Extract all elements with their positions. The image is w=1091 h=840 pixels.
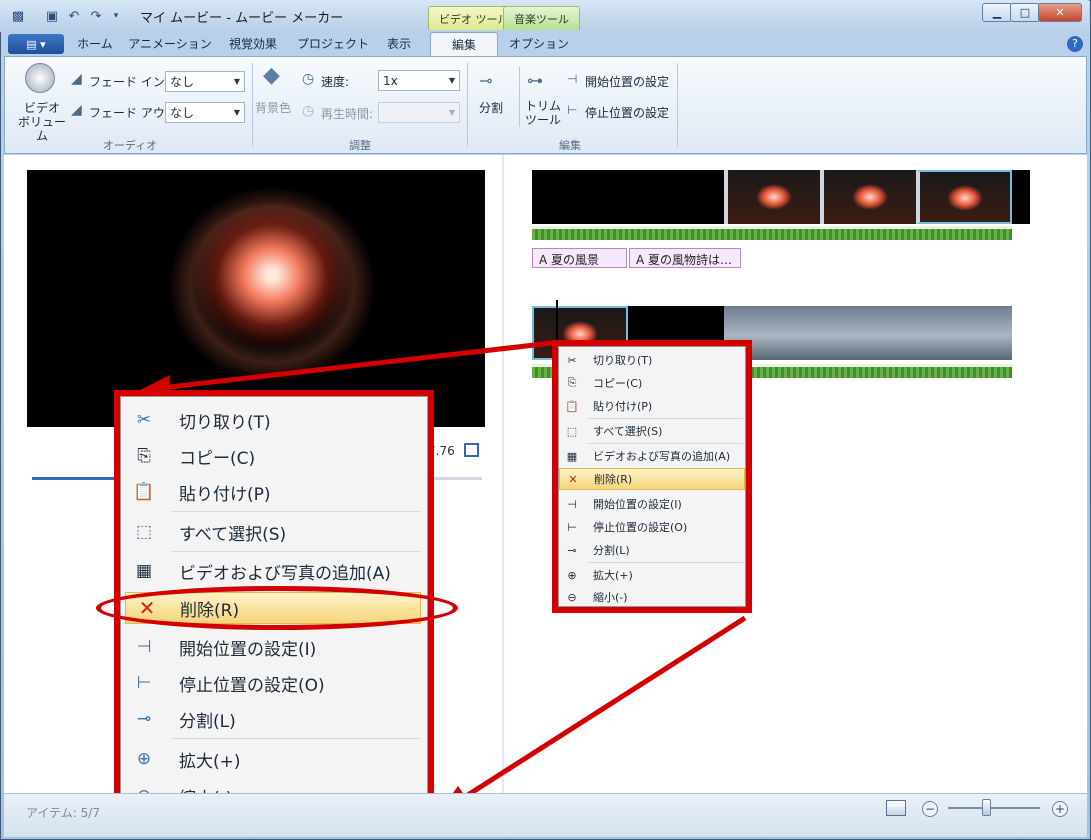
menu-item-cut[interactable]: ✂ 切り取り(T) (559, 349, 745, 371)
menu-separator (587, 443, 743, 444)
menu-item-zoom-in[interactable]: ⊕ 拡大(+) (559, 564, 745, 586)
menu-item-delete[interactable]: ✕ 削除(R) (559, 468, 745, 490)
add-media-icon: ▦ (135, 561, 153, 581)
set-end-icon: ⊢ (567, 520, 577, 534)
copy-icon: ⎘ (137, 446, 151, 466)
zoom-in-button[interactable]: + (1052, 801, 1068, 817)
context-menu-small: ✂ 切り取り(T) ⎘ コピー(C) 📋 貼り付け(P) ⬚ すべて選択(S) ▦ ビデオ… (558, 346, 746, 607)
zoom-in-icon: ⊕ (567, 568, 577, 582)
select-all-icon: ⬚ (566, 424, 578, 438)
menu-item-paste[interactable]: 📋 貼り付け(P) (559, 395, 745, 417)
zoom-out-icon: ⊖ (567, 590, 577, 604)
menu-separator (171, 738, 421, 739)
zoom-in-icon: ⊕ (136, 749, 152, 769)
menu-separator (587, 418, 743, 419)
menu-item-paste[interactable]: 📋 貼り付け(P) (121, 475, 427, 509)
menu-item-add-media[interactable]: ▦ ビデオおよび写真の追加(A) (559, 445, 745, 467)
delete-icon: ✕ (568, 472, 578, 486)
zoom-out-button[interactable]: − (922, 801, 938, 817)
menu-separator (171, 551, 421, 552)
menu-item-copy[interactable]: ⎘ コピー(C) (559, 372, 745, 394)
menu-item-set-end[interactable]: ⊢ 停止位置の設定(O) (121, 666, 427, 700)
scissors-icon: ✂ (136, 410, 152, 430)
split-icon: ⊸ (136, 709, 152, 729)
menu-item-set-start[interactable]: ⊣ 開始位置の設定(I) (559, 493, 745, 515)
set-start-icon: ⊣ (136, 637, 152, 657)
menu-item-select-all[interactable]: ⬚ すべて選択(S) (121, 515, 427, 549)
menu-item-set-end[interactable]: ⊢ 停止位置の設定(O) (559, 516, 745, 538)
menu-item-add-media[interactable]: ▦ ビデオおよび写真の追加(A) (121, 554, 427, 588)
menu-separator (171, 511, 421, 512)
copy-icon: ⎘ (567, 376, 577, 389)
menu-item-split[interactable]: ⊸ 分割(L) (121, 702, 427, 736)
select-all-icon: ⬚ (135, 522, 153, 542)
zoom-slider-thumb[interactable] (982, 799, 991, 816)
scissors-icon: ✂ (567, 353, 577, 367)
thumbnail-size-icon[interactable] (886, 800, 906, 816)
menu-separator (587, 562, 743, 563)
menu-item-split[interactable]: ⊸ 分割(L) (559, 539, 745, 561)
paste-icon: 📋 (133, 482, 155, 502)
paste-icon: 📋 (565, 399, 579, 413)
annotation-ellipse (96, 586, 458, 630)
set-end-icon: ⊢ (136, 673, 152, 693)
add-media-icon: ▦ (566, 449, 578, 463)
menu-item-zoom-in[interactable]: ⊕ 拡大(+) (121, 742, 427, 776)
split-icon: ⊸ (567, 543, 577, 557)
annotation-arrow (159, 340, 553, 391)
menu-item-select-all[interactable]: ⬚ すべて選択(S) (559, 420, 745, 442)
set-start-icon: ⊣ (567, 497, 577, 511)
menu-item-zoom-out[interactable]: ⊖縮小(-) (559, 587, 745, 607)
zoom-slider[interactable] (948, 807, 1040, 809)
item-count: アイテム: 5/7 (26, 806, 100, 820)
menu-item-cut[interactable]: ✂ 切り取り(T) (121, 403, 427, 437)
annotation-arrow (458, 615, 747, 803)
menu-item-set-start[interactable]: ⊣ 開始位置の設定(I) (121, 630, 427, 664)
menu-item-copy[interactable]: ⎘ コピー(C) (121, 439, 427, 473)
